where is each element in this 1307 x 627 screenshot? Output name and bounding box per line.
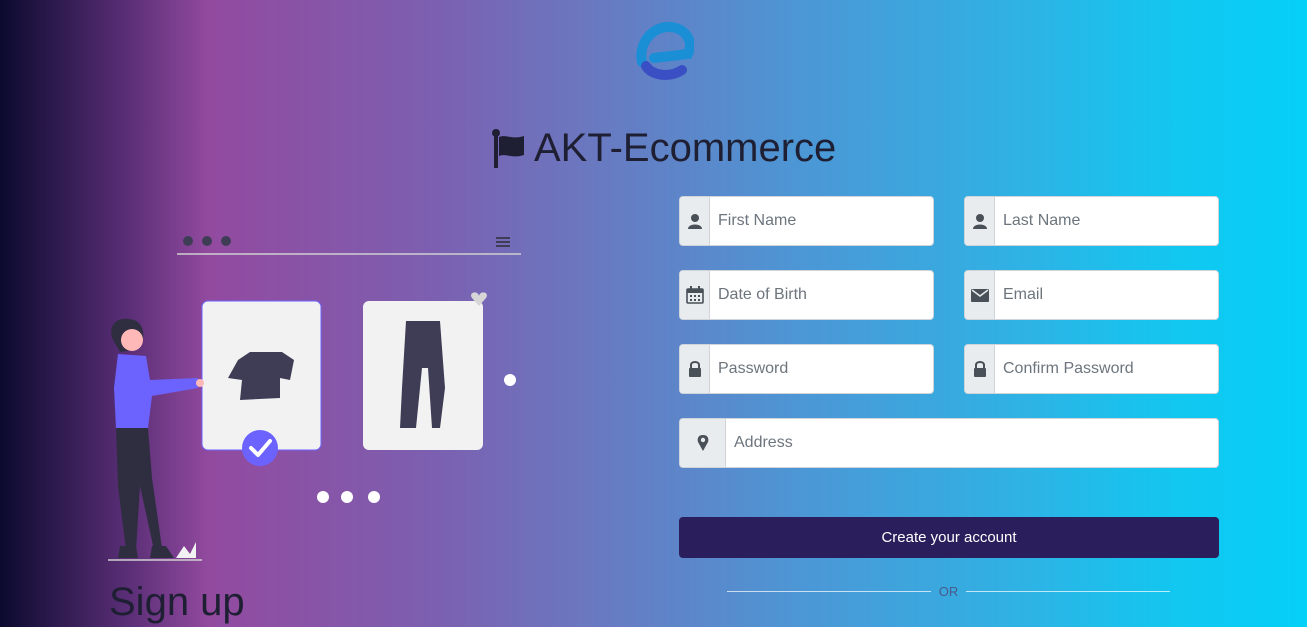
signup-illustration — [108, 236, 521, 561]
confirm-password-addon — [965, 345, 995, 393]
first-name-input[interactable] — [710, 197, 933, 245]
dob-field[interactable] — [679, 270, 934, 320]
brand-title: AKT-Ecommerce — [490, 124, 836, 172]
confirm-password-field[interactable] — [964, 344, 1219, 394]
address-field[interactable] — [679, 418, 1219, 468]
or-divider: OR — [727, 582, 1170, 600]
divider-line-right — [966, 590, 1170, 592]
dob-input[interactable] — [710, 271, 933, 319]
user-icon — [687, 214, 702, 229]
or-label: OR — [938, 583, 959, 599]
password-input[interactable] — [710, 345, 933, 393]
email-field[interactable] — [964, 270, 1219, 320]
brand-name: AKT-Ecommerce — [534, 126, 837, 170]
signup-title: Sign up — [109, 580, 245, 624]
dob-addon — [680, 271, 710, 319]
brand-logo-icon — [636, 22, 694, 80]
envelope-icon — [970, 289, 989, 302]
last-name-addon — [965, 197, 995, 245]
create-account-button[interactable]: Create your account — [679, 517, 1219, 558]
lock-icon — [973, 361, 986, 377]
confirm-password-input[interactable] — [995, 345, 1218, 393]
last-name-field[interactable] — [964, 196, 1219, 246]
first-name-field[interactable] — [679, 196, 934, 246]
address-input[interactable] — [726, 419, 1218, 467]
email-addon — [965, 271, 995, 319]
first-name-addon — [680, 197, 710, 245]
email-input[interactable] — [995, 271, 1218, 319]
lock-icon — [688, 361, 701, 377]
person-figure — [108, 318, 204, 561]
last-name-input[interactable] — [995, 197, 1218, 245]
flag-icon — [492, 129, 524, 168]
password-addon — [680, 345, 710, 393]
product-card-pants — [363, 292, 487, 450]
password-field[interactable] — [679, 344, 934, 394]
calendar-icon — [685, 286, 704, 304]
divider-line-left — [727, 590, 931, 592]
user-icon — [972, 214, 987, 229]
browser-bar — [177, 236, 521, 255]
product-card-shirt — [201, 300, 322, 466]
map-marker-icon — [697, 435, 708, 451]
address-addon — [680, 419, 726, 467]
